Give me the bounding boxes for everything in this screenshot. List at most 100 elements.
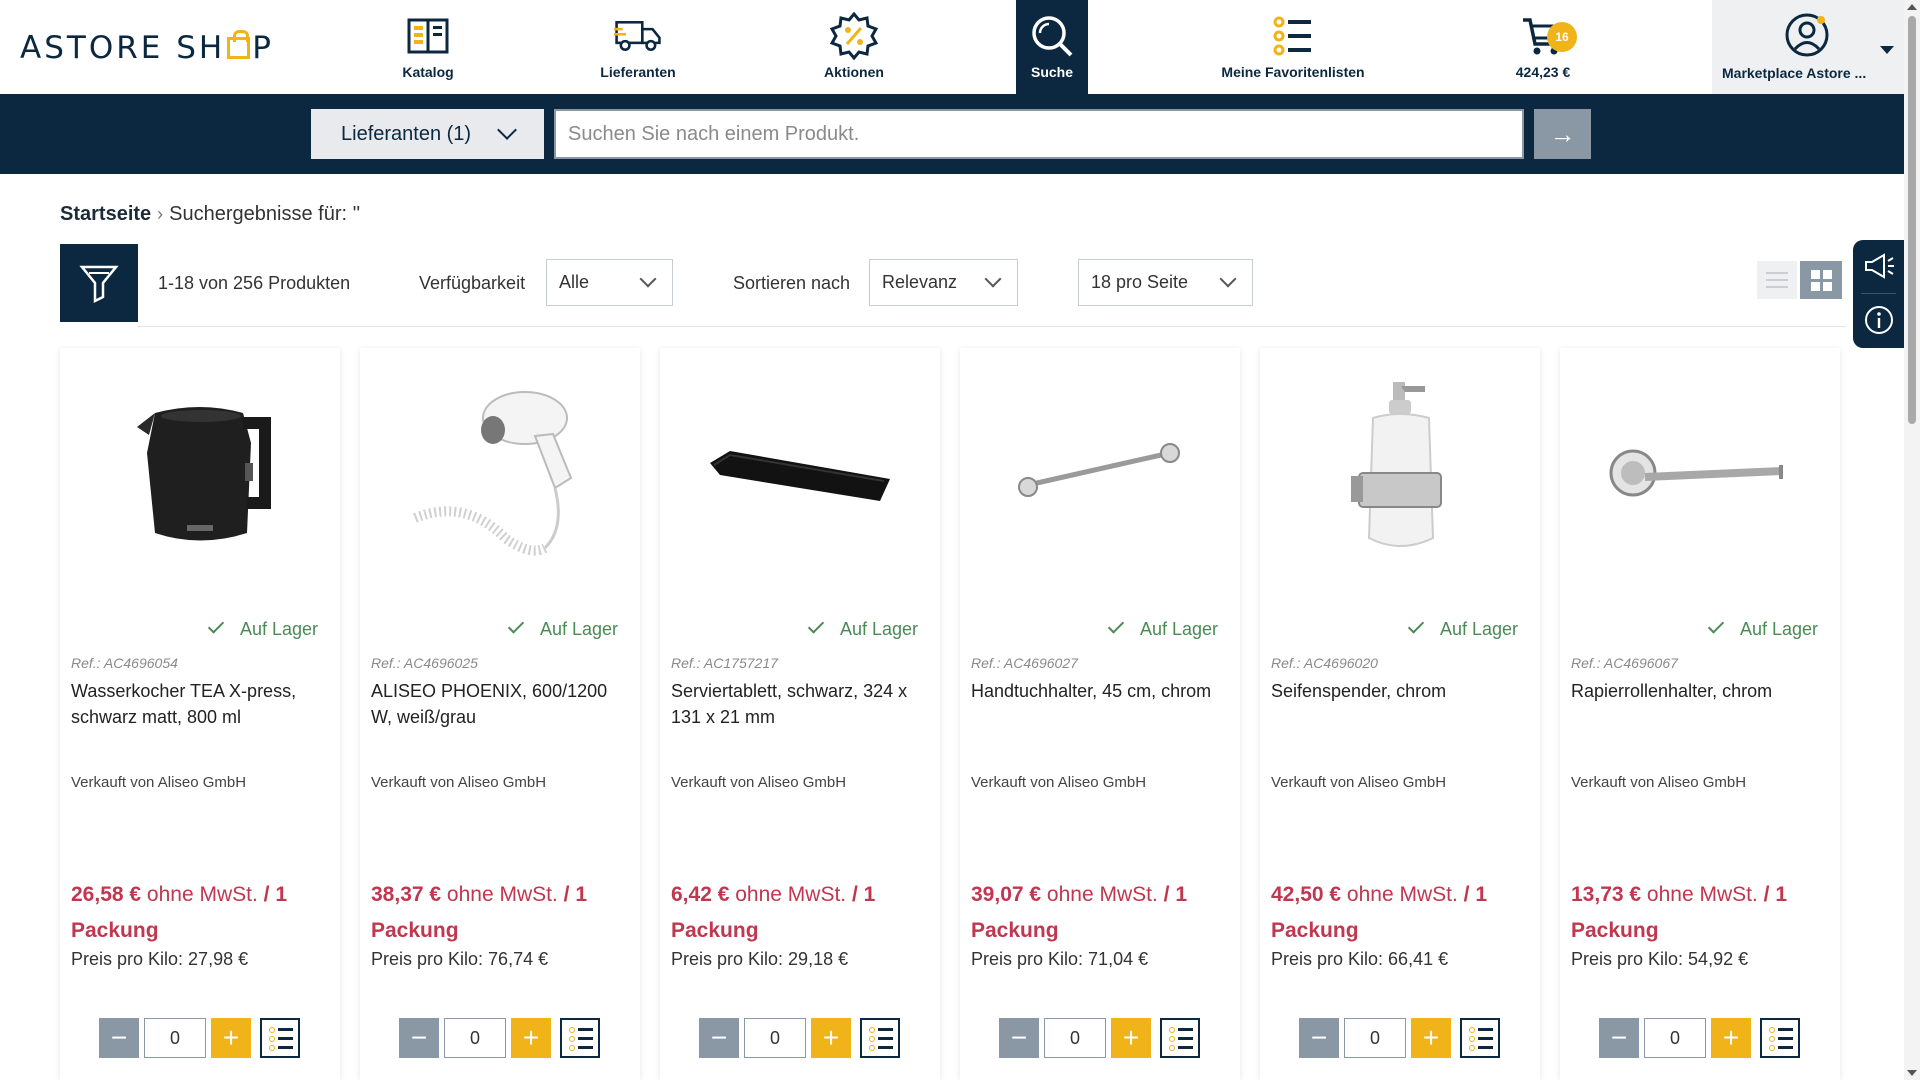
decrease-quantity-button[interactable]: −	[1299, 1018, 1339, 1058]
increase-quantity-button[interactable]: +	[1111, 1018, 1151, 1058]
chevron-down-icon	[984, 270, 1002, 288]
product-name[interactable]: Serviertablett, schwarz, 324 x 131 x 21 …	[671, 678, 933, 730]
quantity-input[interactable]	[444, 1018, 506, 1058]
add-to-favorites-list-button[interactable]	[560, 1018, 600, 1058]
stock-label: Auf Lager	[1739, 619, 1818, 639]
info-icon[interactable]	[1863, 304, 1895, 336]
scroll-up-arrow-icon[interactable]	[1907, 4, 1917, 10]
product-image-towelbar[interactable]	[960, 348, 1240, 598]
decrease-quantity-button[interactable]: −	[99, 1018, 139, 1058]
add-to-favorites-list-button[interactable]	[1160, 1018, 1200, 1058]
list-view-button[interactable]	[1757, 261, 1797, 299]
decrease-quantity-button[interactable]: −	[399, 1018, 439, 1058]
product-card[interactable]: Auf Lager Ref.: AC4696025 ALISEO PHOENIX…	[360, 348, 640, 1080]
product-image-hairdryer[interactable]	[360, 348, 640, 598]
add-to-favorites-list-button[interactable]	[1760, 1018, 1800, 1058]
search-icon	[1028, 12, 1076, 60]
product-name[interactable]: Handtuchhalter, 45 cm, chrom	[971, 678, 1233, 704]
product-seller: Verkauft von Aliseo GmbH	[71, 774, 247, 791]
price-amount: 42,50 €	[1271, 883, 1342, 906]
product-name[interactable]: ALISEO PHOENIX, 600/1200 W, weiß/grau	[371, 678, 633, 730]
nav-favoritenlisten[interactable]: Meine Favoritenlisten	[1208, 0, 1378, 94]
product-seller: Verkauft von Aliseo GmbH	[1271, 774, 1447, 791]
product-ref: Ref.: AC4696054	[71, 655, 178, 671]
increase-quantity-button[interactable]: +	[1711, 1018, 1751, 1058]
chevron-down-icon	[1880, 46, 1894, 54]
quantity-stepper: − +	[1299, 1018, 1504, 1058]
sort-select[interactable]: Relevanz	[869, 259, 1018, 306]
price-amount: 13,73 €	[1571, 883, 1642, 906]
nav-lieferanten[interactable]: Lieferanten	[588, 0, 688, 94]
stock-label: Auf Lager	[539, 619, 618, 639]
breadcrumb-separator: ›	[157, 204, 164, 224]
stock-status: Auf Lager	[1407, 617, 1518, 640]
product-ref: Ref.: AC1757217	[671, 655, 778, 671]
astore-shop-logo[interactable]: ASTORE SH P	[20, 30, 274, 66]
search-submit-button[interactable]: →	[1534, 109, 1591, 159]
product-card[interactable]: Auf Lager Ref.: AC4696020 Seifenspender,…	[1260, 348, 1540, 1080]
availability-value: Alle	[559, 272, 590, 292]
add-to-favorites-list-button[interactable]	[1460, 1018, 1500, 1058]
breadcrumb-home-link[interactable]: Startseite	[60, 203, 151, 225]
increase-quantity-button[interactable]: +	[811, 1018, 851, 1058]
product-image-soap-dispenser[interactable]	[1260, 348, 1540, 598]
nav-aktionen[interactable]: Aktionen	[804, 0, 904, 94]
product-name[interactable]: Wasserkocher TEA X-press, schwarz matt, …	[71, 678, 333, 730]
increase-quantity-button[interactable]: +	[511, 1018, 551, 1058]
product-image-tray[interactable]	[660, 348, 940, 598]
product-name[interactable]: Rapierrollenhalter, chrom	[1571, 678, 1833, 704]
cart-count-badge: 16	[1547, 22, 1577, 52]
nav-lieferanten-label: Lieferanten	[600, 64, 676, 80]
quantity-input[interactable]	[144, 1018, 206, 1058]
scrollbar-thumb[interactable]	[1908, 16, 1916, 424]
nav-cart[interactable]: 16 424,23 €	[1498, 0, 1588, 94]
decrease-quantity-button[interactable]: −	[1599, 1018, 1639, 1058]
quantity-input[interactable]	[1044, 1018, 1106, 1058]
product-card[interactable]: Auf Lager Ref.: AC4696027 Handtuchhalter…	[960, 348, 1240, 1080]
checkmark-icon	[1407, 617, 1425, 634]
decrease-quantity-button[interactable]: −	[699, 1018, 739, 1058]
nav-katalog-label: Katalog	[402, 64, 454, 80]
product-image-paper-holder[interactable]	[1560, 348, 1840, 598]
increase-quantity-button[interactable]: +	[1411, 1018, 1451, 1058]
toolbar-divider	[138, 326, 1846, 327]
stock-status: Auf Lager	[807, 617, 918, 640]
increase-quantity-button[interactable]: +	[211, 1018, 251, 1058]
price-amount: 26,58 €	[71, 883, 142, 906]
account-menu[interactable]: Marketplace Astore ...	[1712, 0, 1904, 94]
filter-button[interactable]	[60, 244, 138, 322]
quantity-input[interactable]	[1344, 1018, 1406, 1058]
quantity-stepper: − +	[699, 1018, 904, 1058]
product-price: 6,42 € ohne MwSt. / 1 Packung	[671, 877, 936, 949]
product-card[interactable]: Auf Lager Ref.: AC4696067 Rapierrollenha…	[1560, 348, 1840, 1080]
price-tax-note: ohne MwSt.	[1646, 883, 1758, 906]
product-name[interactable]: Seifenspender, chrom	[1271, 678, 1533, 704]
add-to-favorites-list-button[interactable]	[260, 1018, 300, 1058]
chevron-down-icon	[497, 120, 517, 140]
scroll-down-arrow-icon[interactable]	[1907, 1070, 1917, 1076]
availability-select[interactable]: Alle	[546, 259, 673, 306]
per-page-select[interactable]: 18 pro Seite	[1078, 259, 1253, 306]
decrease-quantity-button[interactable]: −	[999, 1018, 1039, 1058]
nav-suche-label: Suche	[1030, 64, 1073, 80]
megaphone-icon[interactable]	[1863, 250, 1895, 282]
grid-view-button[interactable]	[1800, 261, 1842, 299]
nav-suche[interactable]: Suche	[1016, 0, 1088, 94]
product-image-kettle[interactable]	[60, 348, 340, 598]
quantity-input[interactable]	[1644, 1018, 1706, 1058]
cart-icon: 16	[1519, 12, 1577, 60]
nav-katalog[interactable]: Katalog	[378, 0, 478, 94]
checkmark-icon	[1107, 617, 1125, 634]
quantity-stepper: − +	[999, 1018, 1204, 1058]
product-card[interactable]: Auf Lager Ref.: AC4696054 Wasserkocher T…	[60, 348, 340, 1080]
price-per-kilo: Preis pro Kilo: 66,41 €	[1271, 949, 1449, 969]
price-tax-note: ohne MwSt.	[446, 883, 558, 906]
quantity-input[interactable]	[744, 1018, 806, 1058]
product-price: 26,58 € ohne MwSt. / 1 Packung	[71, 877, 336, 949]
availability-label: Verfügbarkeit	[419, 273, 526, 293]
product-card[interactable]: Auf Lager Ref.: AC1757217 Serviertablett…	[660, 348, 940, 1080]
page-scrollbar[interactable]	[1904, 0, 1920, 1080]
add-to-favorites-list-button[interactable]	[860, 1018, 900, 1058]
search-input[interactable]	[554, 109, 1524, 159]
supplier-filter-dropdown[interactable]: Lieferanten (1)	[311, 109, 544, 159]
